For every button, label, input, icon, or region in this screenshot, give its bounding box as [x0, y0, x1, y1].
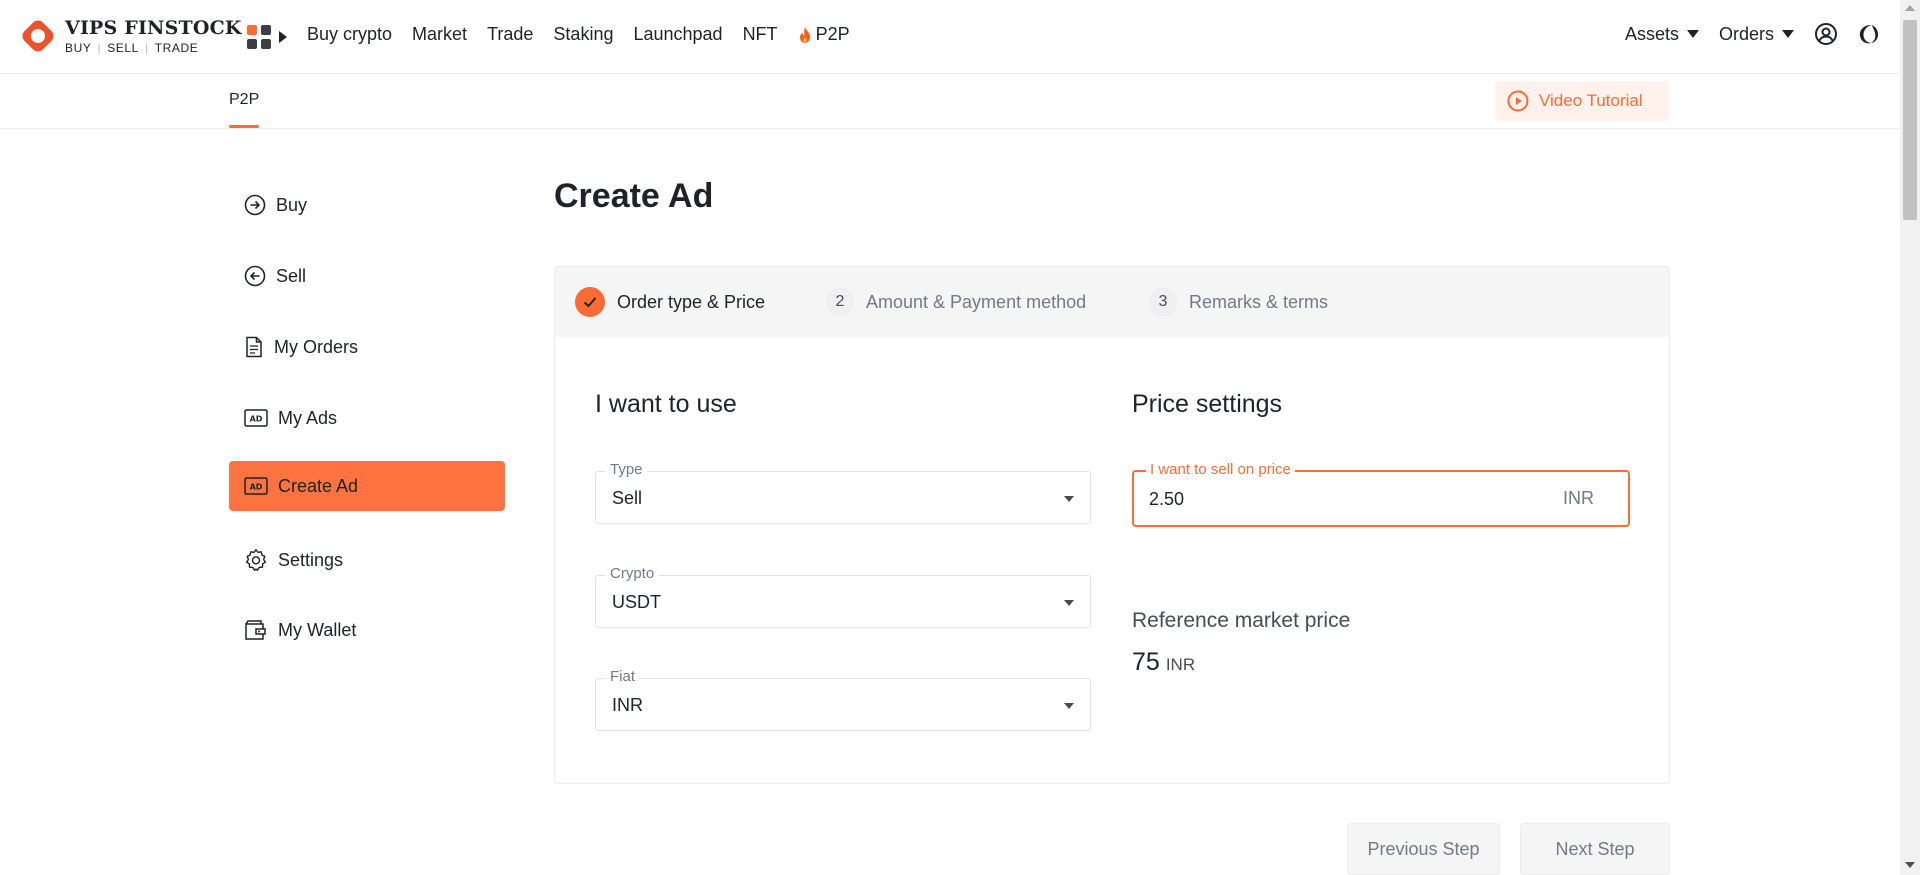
- caret-down-icon: [1782, 30, 1794, 38]
- reference-price-value: 75: [1132, 648, 1160, 676]
- price-unit: INR: [1563, 488, 1594, 508]
- document-icon: [246, 336, 262, 358]
- fiat-select[interactable]: Fiat INR: [595, 668, 1091, 731]
- sidebar-item-my-wallet[interactable]: My Wallet: [229, 605, 505, 655]
- top-navigation: VIPS FINSTOCK BUY | SELL | TRADE Buy cry…: [0, 0, 1900, 74]
- arrow-left-circle-icon: [244, 265, 266, 287]
- type-select[interactable]: Type Sell: [595, 461, 1091, 524]
- sidebar-item-label: My Orders: [274, 336, 359, 357]
- menu-p2p[interactable]: P2P: [798, 24, 850, 45]
- brand-tagline: BUY | SELL | TRADE: [65, 40, 199, 55]
- svg-text:AD: AD: [250, 415, 263, 424]
- step-label: Remarks & terms: [1189, 291, 1329, 312]
- main-menu: Buy crypto Market Trade Staking Launchpa…: [307, 24, 850, 45]
- stepper: Order type & Price 2 Amount & Payment me…: [555, 267, 1669, 337]
- sidebar-item-my-orders[interactable]: My Orders: [229, 322, 505, 372]
- orders-label: Orders: [1718, 23, 1774, 44]
- reference-price: 75 INR: [1132, 648, 1195, 677]
- wallet-icon: [245, 620, 266, 640]
- sidebar-item-label: Settings: [278, 549, 344, 570]
- svg-text:AD: AD: [250, 483, 263, 492]
- caret-right-icon: [279, 31, 287, 43]
- fire-icon: [799, 26, 810, 43]
- sell-price-field: I want to sell on price INR: [1132, 461, 1630, 527]
- field-value: USDT: [612, 592, 661, 612]
- video-tutorial-button[interactable]: Video Tutorial: [1495, 81, 1669, 121]
- menu-trade[interactable]: Trade: [487, 24, 533, 45]
- caret-down-icon: [1686, 30, 1699, 38]
- sidebar-item-label: Create Ad: [278, 475, 359, 496]
- tagline-buy: BUY: [65, 40, 92, 55]
- step-label: Order type & Price: [617, 291, 766, 312]
- next-step-button[interactable]: Next Step: [1520, 823, 1670, 875]
- ad-icon: AD: [244, 477, 268, 495]
- sidebar-item-sell[interactable]: Sell: [229, 251, 505, 301]
- menu-nft[interactable]: NFT: [743, 24, 778, 45]
- apps-grid-icon: [247, 25, 271, 49]
- check-icon: [575, 287, 605, 317]
- step-number: 2: [826, 288, 854, 316]
- sidebar-item-label: My Ads: [278, 407, 338, 428]
- active-tab-indicator: [229, 125, 259, 128]
- reference-price-currency: INR: [1165, 655, 1196, 674]
- menu-p2p-label: P2P: [815, 24, 850, 44]
- sidebar-item-label: My Wallet: [278, 619, 357, 640]
- menu-buy-crypto[interactable]: Buy crypto: [307, 24, 392, 45]
- page-title: Create Ad: [554, 177, 714, 215]
- use-section-title: I want to use: [595, 390, 737, 418]
- sidebar-item-label: Sell: [276, 265, 307, 286]
- orders-dropdown[interactable]: Orders: [1719, 24, 1794, 45]
- gear-icon: [245, 549, 267, 571]
- scroll-thumb[interactable]: [1903, 20, 1917, 220]
- step-3: 3 Remarks & terms: [1149, 288, 1328, 316]
- moon-icon[interactable]: [1858, 23, 1880, 45]
- logo[interactable]: VIPS FINSTOCK BUY | SELL | TRADE: [19, 17, 242, 55]
- crypto-select[interactable]: Crypto USDT: [595, 565, 1091, 628]
- field-label: Type: [606, 461, 647, 478]
- step-label: Amount & Payment method: [866, 291, 1087, 312]
- create-ad-card: Order type & Price 2 Amount & Payment me…: [554, 266, 1670, 784]
- ad-icon: AD: [244, 409, 268, 427]
- scroll-down-icon[interactable]: [1905, 862, 1915, 868]
- step-number: 3: [1149, 288, 1177, 316]
- step-1: Order type & Price: [575, 287, 765, 317]
- field-label: I want to sell on price: [1146, 461, 1295, 478]
- caret-down-icon: [1064, 496, 1074, 502]
- sidebar-item-settings[interactable]: Settings: [229, 535, 505, 585]
- sidebar-item-my-ads[interactable]: AD My Ads: [229, 393, 505, 443]
- assets-label: Assets: [1624, 23, 1679, 44]
- price-section-title: Price settings: [1132, 390, 1283, 418]
- caret-down-icon: [1064, 703, 1074, 709]
- right-navigation: Assets Orders: [1625, 22, 1880, 46]
- tagline-sell: SELL: [107, 40, 139, 55]
- play-circle-icon: [1507, 90, 1529, 112]
- sidebar-item-create-ad[interactable]: AD Create Ad: [229, 461, 505, 511]
- video-tutorial-label: Video Tutorial: [1539, 91, 1643, 110]
- caret-down-icon: [1064, 600, 1074, 606]
- logo-icon: [19, 17, 57, 55]
- menu-market[interactable]: Market: [412, 24, 467, 45]
- reference-price-label: Reference market price: [1132, 609, 1351, 632]
- arrow-right-circle-icon: [244, 194, 266, 216]
- sidebar-item-label: Buy: [276, 194, 308, 215]
- field-label: Crypto: [606, 565, 659, 582]
- field-value: INR: [612, 695, 643, 715]
- sidebar-item-buy[interactable]: Buy: [229, 180, 505, 230]
- menu-staking[interactable]: Staking: [553, 24, 613, 45]
- field-label: Fiat: [606, 668, 640, 685]
- menu-launchpad[interactable]: Launchpad: [633, 24, 722, 45]
- user-icon[interactable]: [1814, 22, 1838, 46]
- apps-menu-button[interactable]: [247, 25, 287, 49]
- sell-price-input[interactable]: [1149, 486, 1529, 512]
- field-value: Sell: [612, 488, 643, 508]
- tab-p2p[interactable]: P2P: [229, 91, 259, 109]
- step-2: 2 Amount & Payment method: [826, 288, 1086, 316]
- assets-dropdown[interactable]: Assets: [1625, 24, 1699, 45]
- scrollbar[interactable]: [1900, 0, 1920, 875]
- previous-step-button[interactable]: Previous Step: [1347, 823, 1500, 875]
- scroll-up-icon[interactable]: [1905, 5, 1915, 11]
- tagline-trade: TRADE: [154, 40, 199, 55]
- brand-name: VIPS FINSTOCK: [65, 16, 242, 39]
